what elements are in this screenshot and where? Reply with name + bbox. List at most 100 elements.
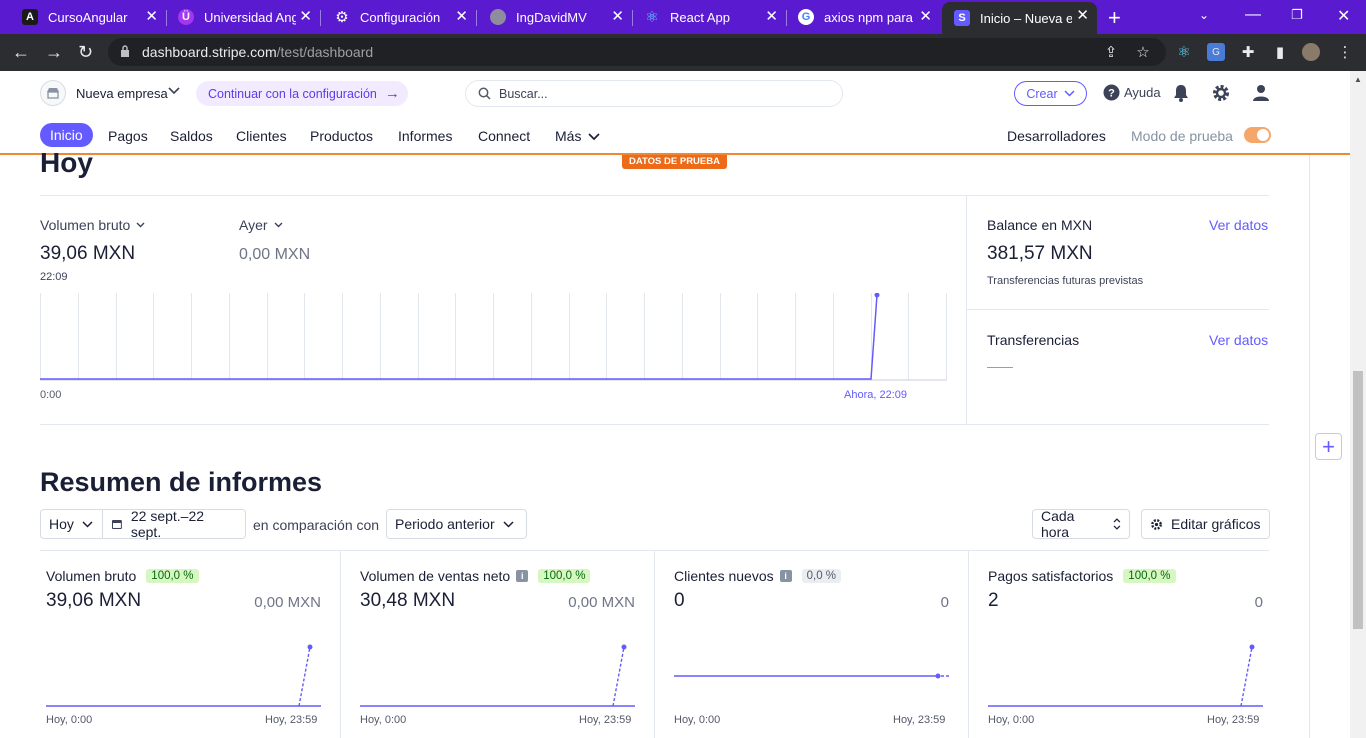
browser-menu-icon[interactable]: ⋮ <box>1336 43 1354 61</box>
browser-tab[interactable]: Ü Universidad Angular ✕ <box>166 3 320 31</box>
chart-point[interactable] <box>935 673 941 679</box>
new-tab-icon[interactable]: + <box>1108 5 1121 31</box>
nav-item-productos[interactable]: Productos <box>310 128 373 144</box>
close-tab-icon[interactable]: ✕ <box>611 8 624 26</box>
tab-title: Configuración <box>360 9 441 25</box>
reload-icon[interactable]: ↻ <box>78 42 93 62</box>
chevron-down-icon <box>82 520 93 528</box>
nav-item-informes[interactable]: Informes <box>398 128 452 144</box>
transfers-label: Transferencias <box>987 332 1080 348</box>
chevron-down-icon <box>503 520 514 528</box>
transfers-value: —— <box>987 359 1013 374</box>
change-badge: 100,0 % <box>1123 569 1176 583</box>
chart-point[interactable] <box>621 644 627 650</box>
x-start-label: Hoy, 0:00 <box>674 714 721 726</box>
today-volume-point[interactable] <box>874 293 880 298</box>
back-icon[interactable]: ← <box>12 42 30 62</box>
period-select[interactable]: Hoy <box>40 509 103 539</box>
edit-charts-button[interactable]: Editar gráficos <box>1141 509 1270 539</box>
react-devtools-icon[interactable]: ⚛ <box>1175 43 1193 61</box>
browser-tab[interactable]: ⚙ Configuración ✕ <box>322 3 476 31</box>
info-icon[interactable]: i <box>516 570 529 582</box>
card-title[interactable]: Volumen bruto 100,0 % <box>46 568 199 584</box>
search-box[interactable] <box>465 80 843 107</box>
card-title[interactable]: Pagos satisfactorios 100,0 % <box>988 568 1176 584</box>
create-button[interactable]: Crear <box>1014 81 1087 106</box>
chart-point[interactable] <box>307 644 313 650</box>
x-start-label: Hoy, 0:00 <box>988 714 1035 726</box>
card-previous-value: 0,00 MXN <box>568 594 635 611</box>
x-start-label: Hoy, 0:00 <box>46 714 93 726</box>
nav-item-saldos[interactable]: Saldos <box>170 128 213 144</box>
scroll-up-icon[interactable]: ▲ <box>1354 75 1362 84</box>
settings-gear-icon[interactable] <box>1211 83 1231 103</box>
close-tab-icon[interactable]: ✕ <box>299 8 312 26</box>
nav-item-inicio[interactable]: Inicio <box>40 123 93 147</box>
forward-icon[interactable]: → <box>45 42 63 62</box>
translate-icon[interactable]: G <box>1207 43 1225 61</box>
minimize-icon[interactable]: — <box>1245 6 1261 24</box>
close-tab-icon[interactable]: ✕ <box>1076 7 1089 25</box>
continue-setup-button[interactable]: Continuar con la configuración → <box>196 81 408 106</box>
gross-volume-selector[interactable]: Volumen bruto <box>40 217 145 233</box>
browser-tab-strip: A CursoAngular ✕ Ü Universidad Angular ✕… <box>0 0 1366 34</box>
yesterday-selector[interactable]: Ayer <box>239 217 283 233</box>
help-icon: ? <box>1103 84 1120 101</box>
info-icon[interactable]: i <box>779 570 792 582</box>
profile-avatar[interactable] <box>1302 43 1320 61</box>
card-title[interactable]: Volumen de ventas neto i 100,0 % <box>360 568 591 584</box>
stripe-icon: S <box>954 10 970 26</box>
tab-search-icon[interactable]: ⌄ <box>1199 8 1209 22</box>
chart-point[interactable] <box>1249 644 1255 650</box>
nav-item-pagos[interactable]: Pagos <box>108 128 148 144</box>
date-range-picker[interactable]: 22 sept.–22 sept. <box>102 508 246 540</box>
card-previous-value: 0 <box>940 594 949 611</box>
compare-period-select[interactable]: Periodo anterior <box>386 509 527 539</box>
browser-tab[interactable]: IngDavidMV ✕ <box>478 3 632 31</box>
card-title[interactable]: Clientes nuevos i 0,0 % <box>674 568 842 584</box>
chevron-down-icon <box>274 222 283 228</box>
developers-link[interactable]: Desarrolladores <box>1007 128 1106 144</box>
store-icon[interactable] <box>40 80 66 106</box>
globe-icon <box>490 9 506 25</box>
bookmark-star-icon[interactable]: ☆ <box>1134 43 1152 61</box>
interval-select[interactable]: Cada hora <box>1032 508 1130 540</box>
side-panel-icon[interactable]: ▮ <box>1271 43 1289 61</box>
nav-item-clientes[interactable]: Clientes <box>236 128 287 144</box>
share-icon[interactable]: ⇪ <box>1102 43 1120 61</box>
tab-title: CursoAngular <box>48 9 128 25</box>
address-bar[interactable]: dashboard.stripe.com/test/dashboard ⇪ ☆ <box>108 38 1166 66</box>
test-mode-toggle[interactable] <box>1244 127 1271 143</box>
browser-tab-active[interactable]: S Inicio – Nueva em ✕ <box>942 2 1097 34</box>
nav-item-mas[interactable]: Más <box>555 128 581 144</box>
compare-text: en comparación con <box>253 517 380 533</box>
restore-icon[interactable]: ❐ <box>1291 7 1303 23</box>
transfers-view-link[interactable]: Ver datos <box>1209 332 1268 348</box>
divider <box>654 550 655 738</box>
close-window-icon[interactable]: ✕ <box>1337 6 1350 26</box>
user-profile-icon[interactable] <box>1251 83 1271 103</box>
chevron-down-icon <box>1064 90 1075 97</box>
card-chart <box>674 673 949 679</box>
close-tab-icon[interactable]: ✕ <box>765 8 778 26</box>
scrollbar-thumb[interactable] <box>1353 371 1363 629</box>
divider <box>968 550 969 738</box>
help-button[interactable]: ? Ayuda <box>1103 84 1161 101</box>
chevron-down-icon[interactable] <box>168 87 180 95</box>
browser-tab[interactable]: A CursoAngular ✕ <box>10 3 166 31</box>
extensions-icon[interactable]: ✚ <box>1239 43 1257 61</box>
close-tab-icon[interactable]: ✕ <box>145 8 158 26</box>
notifications-bell-icon[interactable] <box>1171 83 1191 103</box>
nav-item-connect[interactable]: Connect <box>478 128 530 144</box>
page-scrollbar[interactable]: ▲ <box>1350 71 1366 738</box>
close-tab-icon[interactable]: ✕ <box>919 8 932 26</box>
add-widget-button[interactable]: + <box>1315 433 1342 460</box>
balance-view-link[interactable]: Ver datos <box>1209 217 1268 233</box>
browser-tab[interactable]: G axios npm para q ✕ <box>786 3 940 31</box>
account-name[interactable]: Nueva empresa <box>76 86 168 101</box>
tab-title: Inicio – Nueva em <box>980 10 1072 26</box>
search-input[interactable] <box>499 86 819 101</box>
browser-tab[interactable]: ⚛ React App ✕ <box>632 3 786 31</box>
close-tab-icon[interactable]: ✕ <box>455 8 468 26</box>
stripe-dashboard: Nueva empresa Continuar con la configura… <box>0 71 1350 738</box>
